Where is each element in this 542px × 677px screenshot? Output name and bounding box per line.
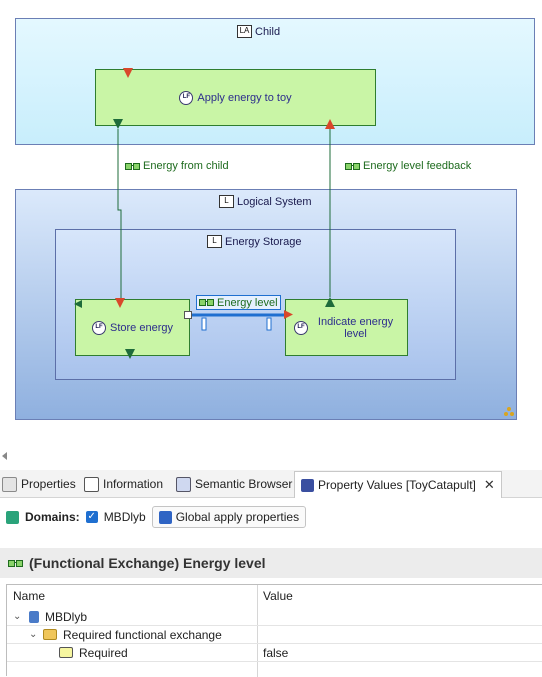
connector-energy-from-child xyxy=(117,129,122,298)
actors-icon xyxy=(503,406,515,418)
exchange-label-energy-level[interactable]: Energy level xyxy=(196,295,281,310)
chevron-down-icon[interactable]: ⌄ xyxy=(13,608,21,626)
exchange-label-energy-level-feedback[interactable]: Energy level feedback xyxy=(345,160,471,172)
functional-exchange-icon xyxy=(125,162,140,171)
tab-information[interactable]: Information xyxy=(84,470,163,498)
property-icon xyxy=(59,647,73,658)
selection-header: (Functional Exchange) Energy level xyxy=(0,548,542,578)
close-icon[interactable]: ✕ xyxy=(484,477,495,493)
domains-bar: Domains: ✓ MBDlyb Global apply propertie… xyxy=(0,503,542,531)
exchange-label-energy-from-child[interactable]: Energy from child xyxy=(125,160,229,172)
property-values-icon xyxy=(301,478,314,492)
selection-handle-left xyxy=(201,317,207,331)
tab-property-values[interactable]: Property Values [ToyCatapult] ✕ xyxy=(294,471,502,498)
diagram-canvas[interactable]: LA Child LF Apply energy to toy L Logica… xyxy=(0,0,542,450)
property-table: Name Value ⌄ MBDlyb ⌄ Required functiona… xyxy=(6,584,542,677)
table-row[interactable]: ⌄ MBDlyb xyxy=(7,608,542,626)
selection-title: (Functional Exchange) Energy level xyxy=(29,555,266,571)
scroll-left-arrow-icon[interactable] xyxy=(2,452,7,460)
selection-handle-right xyxy=(266,317,272,331)
functional-exchange-icon xyxy=(199,298,214,307)
functional-exchange-icon xyxy=(345,162,360,171)
library-icon xyxy=(29,611,39,623)
apply-properties-icon xyxy=(158,510,172,524)
domain-checkbox[interactable]: ✓ xyxy=(85,511,98,523)
semantic-browser-icon xyxy=(176,476,191,492)
table-row[interactable]: Required false xyxy=(7,644,542,662)
global-apply-properties-button[interactable]: Global apply properties xyxy=(151,506,307,528)
connectors-layer xyxy=(117,129,331,331)
properties-icon xyxy=(2,476,17,492)
domain-name: MBDlyb xyxy=(103,510,146,524)
functional-exchange-icon xyxy=(8,559,23,568)
domains-label: Domains: xyxy=(25,510,80,524)
tab-properties[interactable]: Properties xyxy=(2,470,76,498)
tab-semantic-browser[interactable]: Semantic Browser xyxy=(176,470,292,498)
column-header-name[interactable]: Name xyxy=(7,585,45,607)
chevron-down-icon[interactable]: ⌄ xyxy=(29,626,37,644)
domains-icon xyxy=(6,510,19,524)
information-icon xyxy=(84,476,99,492)
column-header-value[interactable]: Value xyxy=(257,585,293,607)
folder-open-icon xyxy=(43,629,57,640)
table-row[interactable]: ⌄ Required functional exchange xyxy=(7,626,542,644)
